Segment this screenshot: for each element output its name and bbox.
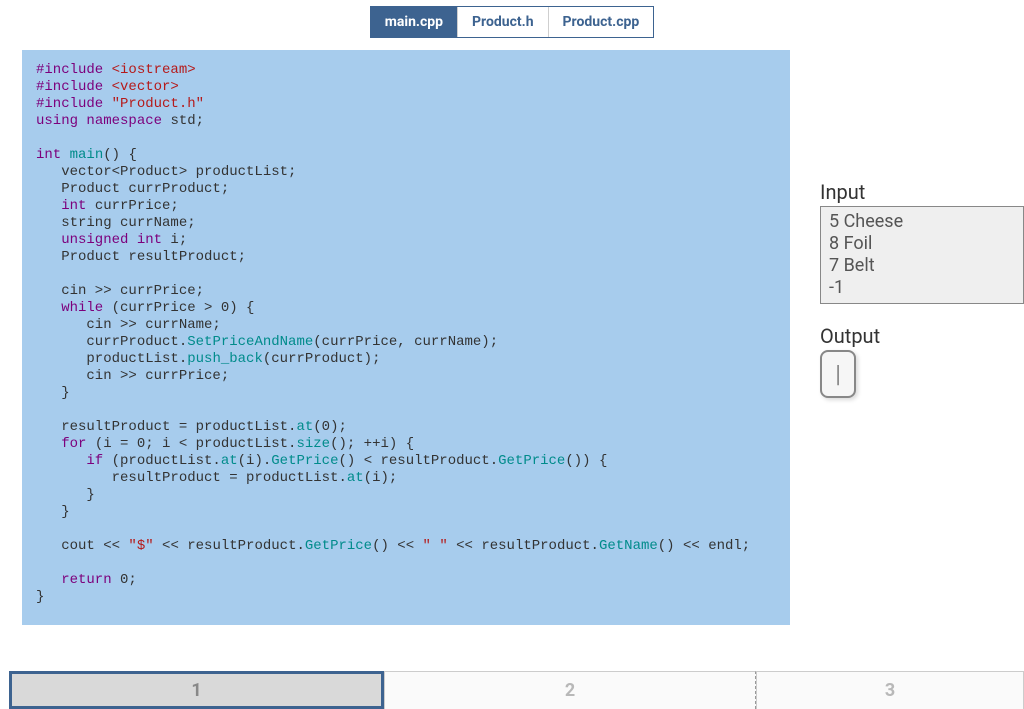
page-tab-3[interactable]: 3 [756,671,1024,709]
tab-product-cpp[interactable]: Product.cpp [549,7,654,37]
code-editor: #include <iostream> #include <vector> #i… [22,50,790,625]
output-label: Output [820,324,1024,348]
pager: 1 2 3 [9,671,1024,709]
page-tab-2[interactable]: 2 [384,671,756,709]
tab-product-h[interactable]: Product.h [458,7,549,37]
file-tabs: main.cpp Product.h Product.cpp [370,6,654,38]
tab-main-cpp[interactable]: main.cpp [371,7,458,37]
page-tab-1[interactable]: 1 [9,671,384,709]
input-text: 5 Cheese 8 Foil 7 Belt -1 [820,206,1024,304]
input-label: Input [820,180,1024,204]
output-box[interactable] [820,350,856,398]
